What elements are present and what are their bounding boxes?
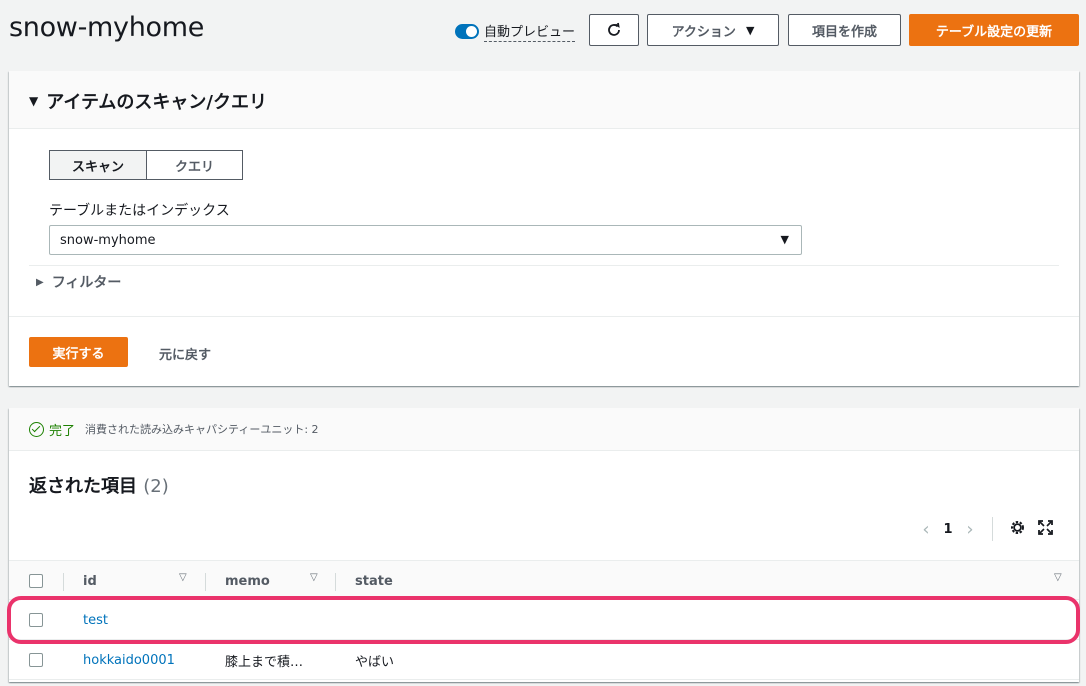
toggle-switch[interactable] <box>455 23 479 39</box>
pagination: ‹ 1 › <box>914 516 1059 542</box>
auto-preview-label: 自動プレビュー <box>484 21 576 42</box>
update-table-settings-button[interactable]: テーブル設定の更新 <box>909 14 1079 46</box>
column-separator <box>205 573 206 591</box>
page-number[interactable]: 1 <box>938 522 958 537</box>
actions-label: アクション <box>671 24 736 40</box>
row-id-link[interactable]: hokkaido0001 <box>83 640 175 680</box>
actions-dropdown-button[interactable]: アクション ▼ <box>647 14 779 46</box>
column-header-state[interactable]: state <box>355 561 393 601</box>
settings-gear-icon[interactable] <box>1003 519 1031 540</box>
tab-scan[interactable]: スキャン <box>49 150 147 180</box>
filter-expander[interactable]: ▶ フィルター <box>36 272 121 292</box>
scan-query-panel: ▼ アイテムのスキャン/クエリ スキャン クエリ テーブルまたはインデックス s… <box>9 71 1079 386</box>
status-bar: 完了 消費された読み込みキャパシティーユニット: 2 <box>9 408 1079 451</box>
table-index-label: テーブルまたはインデックス <box>49 203 230 219</box>
tab-query[interactable]: クエリ <box>147 150 243 180</box>
scan-panel-header[interactable]: ▼ アイテムのスキャン/クエリ <box>9 71 1079 129</box>
expand-icon <box>1037 519 1053 535</box>
divider <box>9 316 1079 317</box>
run-button[interactable]: 実行する <box>29 337 128 367</box>
scan-panel-title[interactable]: ▼ アイテムのスキャン/クエリ <box>29 88 267 114</box>
expand-down-icon: ▼ <box>29 94 39 108</box>
row-memo: 膝上まで積… <box>225 654 304 670</box>
success-check-icon <box>29 421 44 437</box>
caret-down-icon: ▼ <box>780 233 789 246</box>
column-header-id[interactable]: id <box>83 561 97 601</box>
filter-label: フィルター <box>51 275 122 291</box>
row-checkbox[interactable] <box>29 653 43 667</box>
table-header: id ▽ memo ▽ state ▽ <box>9 560 1079 600</box>
table-index-value: snow-myhome <box>60 232 156 248</box>
table-row[interactable]: hokkaido0001 膝上まで積… やばい <box>9 640 1079 680</box>
refresh-button[interactable] <box>589 14 639 46</box>
auto-preview-toggle[interactable]: 自動プレビュー <box>455 20 576 42</box>
column-separator <box>63 573 64 591</box>
status-text: 完了 <box>49 423 76 439</box>
sort-icon[interactable]: ▽ <box>310 572 318 583</box>
chevron-left-icon[interactable]: ‹ <box>914 519 938 540</box>
highlight-annotation <box>7 596 1080 644</box>
fullscreen-expand-icon[interactable] <box>1031 519 1059 539</box>
sort-icon[interactable]: ▽ <box>1054 572 1062 583</box>
page-title: snow-myhome <box>9 12 205 43</box>
create-item-button[interactable]: 項目を作成 <box>788 14 901 46</box>
column-separator <box>335 573 336 591</box>
select-all-checkbox[interactable] <box>29 574 43 588</box>
sort-icon[interactable]: ▽ <box>179 572 187 583</box>
results-title: 返された項目 (2) <box>29 472 169 498</box>
table-index-select[interactable]: snow-myhome ▼ <box>49 225 802 255</box>
gear-icon <box>1010 520 1024 534</box>
divider <box>992 517 993 541</box>
capacity-units-text: 消費された読み込みキャパシティーユニット: 2 <box>85 423 319 436</box>
page-header: snow-myhome 自動プレビュー アクション ▼ 項目を作成 テーブル設定… <box>0 0 1086 60</box>
caret-down-icon: ▼ <box>745 23 755 37</box>
results-title-text: 返された項目 <box>29 476 137 497</box>
row-state: やばい <box>355 654 395 670</box>
chevron-right-icon[interactable]: › <box>958 519 982 540</box>
divider <box>29 265 1059 266</box>
expand-right-icon: ▶ <box>36 276 44 288</box>
results-count: (2) <box>143 476 169 497</box>
column-header-memo[interactable]: memo <box>225 561 270 601</box>
scan-query-segmented-control: スキャン クエリ <box>49 150 243 180</box>
refresh-icon <box>608 22 620 36</box>
scan-title-text: アイテムのスキャン/クエリ <box>46 92 268 113</box>
reset-button[interactable]: 元に戻す <box>159 344 211 363</box>
